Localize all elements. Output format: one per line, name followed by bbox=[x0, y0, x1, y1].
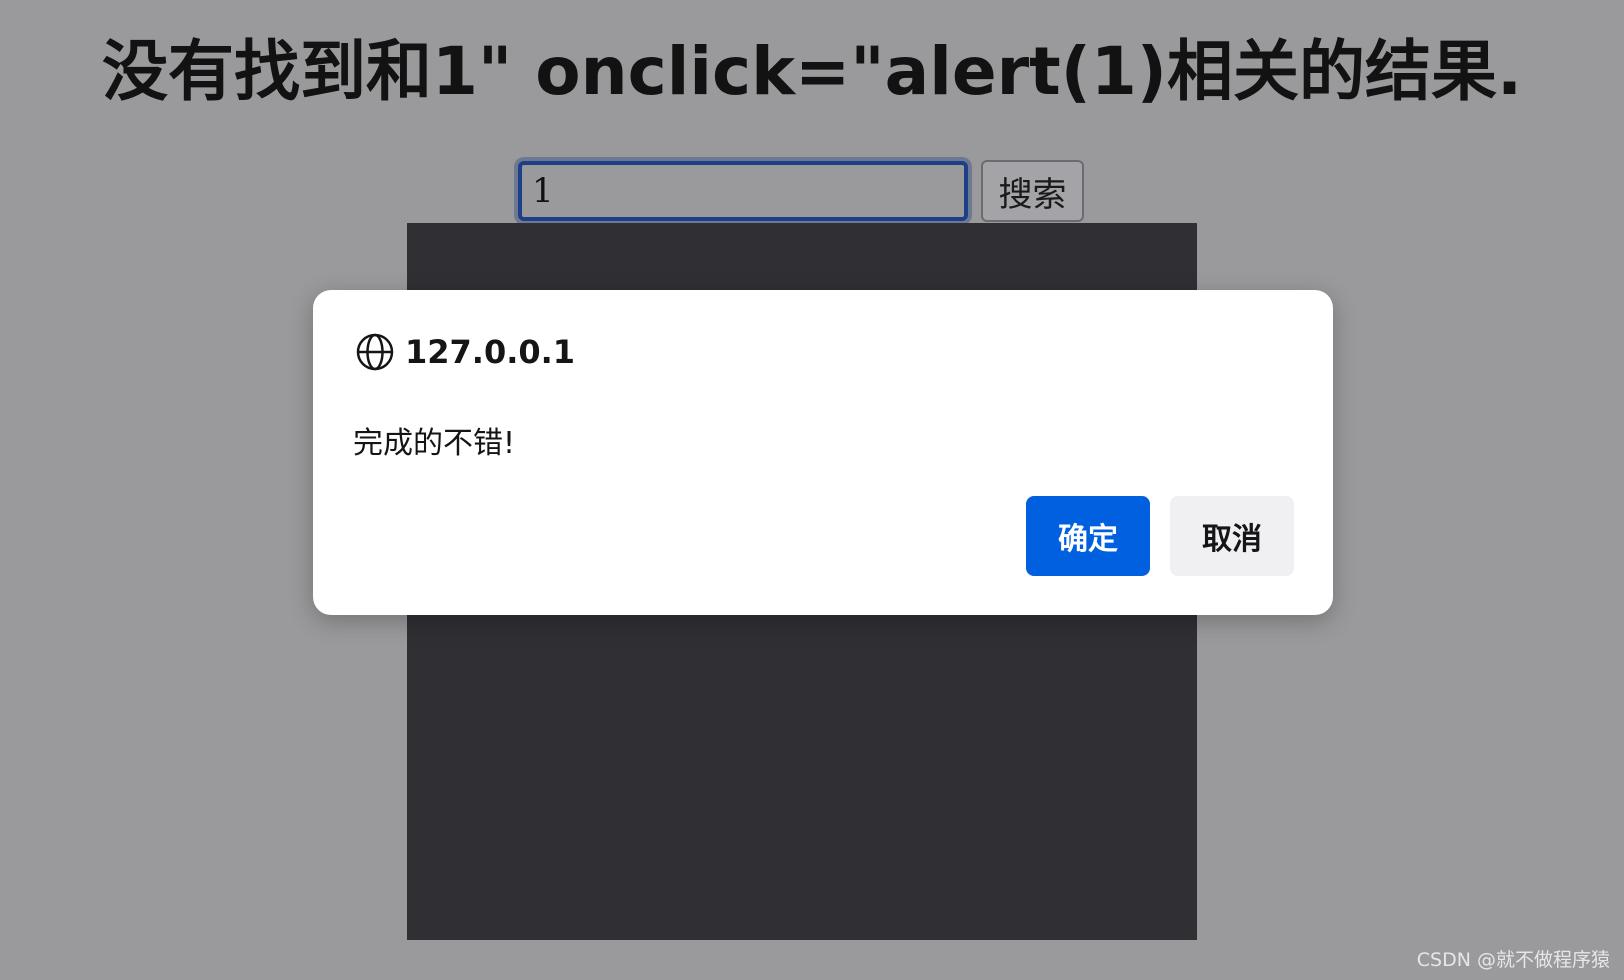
search-input[interactable] bbox=[518, 161, 968, 221]
dialog-message: 完成的不错! bbox=[353, 426, 516, 461]
dialog-origin-text: 127.0.0.1 bbox=[405, 333, 576, 371]
dialog-origin: 127.0.0.1 bbox=[355, 332, 575, 372]
watermark: CSDN @就不做程序猿 bbox=[1416, 949, 1610, 971]
globe-icon bbox=[355, 332, 395, 372]
page-heading: 没有找到和1" onclick="alert(1)相关的结果. bbox=[101, 33, 1523, 110]
ok-button[interactable]: 确定 bbox=[1026, 496, 1150, 576]
alert-dialog: 127.0.0.1 完成的不错! 确定 取消 bbox=[313, 290, 1333, 615]
browser-page: 没有找到和1" onclick="alert(1)相关的结果. 搜索 level… bbox=[0, 0, 1624, 980]
cancel-button[interactable]: 取消 bbox=[1170, 496, 1294, 576]
search-button[interactable]: 搜索 bbox=[981, 160, 1084, 222]
